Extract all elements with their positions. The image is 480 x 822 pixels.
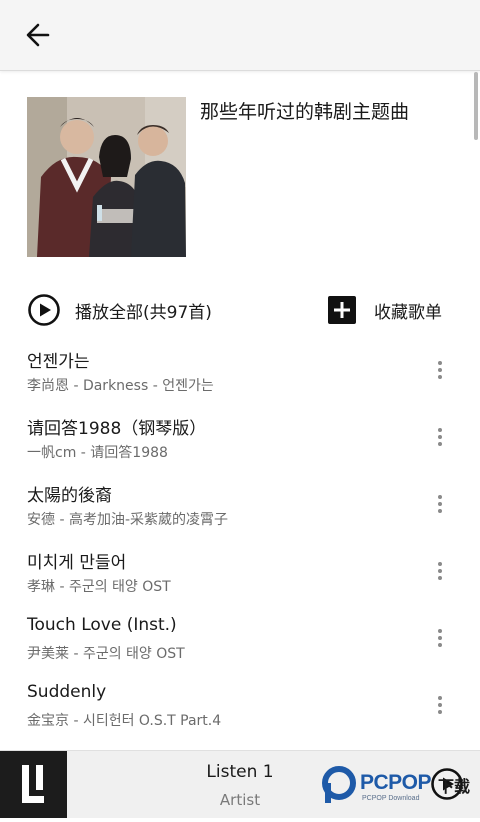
watermark-sub: PCPOP Download <box>362 795 420 802</box>
more-options-icon[interactable] <box>430 694 450 718</box>
song-subtitle: 李尚恩 - Darkness - 언젠가는 <box>27 378 214 394</box>
collect-playlist-label: 收藏歌单 <box>374 302 442 323</box>
song-subtitle: 金宝京 - 시티헌터 O.S.T Part.4 <box>27 713 222 729</box>
song-title: Touch Love (Inst.) <box>27 615 177 635</box>
song-row[interactable]: 미치게 만들어 孝琳 - 주군의 태양 OST <box>0 540 480 607</box>
song-title: Suddenly <box>27 682 107 702</box>
more-options-icon[interactable] <box>430 560 450 584</box>
play-all-label: 播放全部(共97首) <box>75 302 212 323</box>
arrow-left-icon <box>26 23 50 47</box>
song-row[interactable]: Suddenly 金宝京 - 시티헌터 O.S.T Part.4 <box>0 674 480 741</box>
mini-player[interactable]: Listen 1 Artist PCPOP PCPOP Download 下载 <box>0 750 480 818</box>
more-options-icon[interactable] <box>430 359 450 383</box>
song-list: 언젠가는 李尚恩 - Darkness - 언젠가는 请回答1988（钢琴版） … <box>0 339 480 741</box>
more-options-icon[interactable] <box>430 627 450 651</box>
song-row[interactable]: 请回答1988（钢琴版） 一帆cm - 请回答1988 <box>0 406 480 473</box>
watermark-logo-icon <box>322 766 356 803</box>
play-circle-icon <box>28 294 60 326</box>
song-title: 미치게 만들어 <box>27 553 127 573</box>
song-title: 太陽的後裔 <box>27 486 112 506</box>
app-bar <box>0 0 480 71</box>
play-all-button[interactable]: 播放全部(共97首) <box>27 292 212 328</box>
back-button[interactable] <box>20 17 56 53</box>
song-row[interactable]: 太陽的後裔 安德 - 高考加油-采紫葳的凌霄子 <box>0 473 480 540</box>
song-title: 请回答1988（钢琴版） <box>27 419 207 439</box>
song-row[interactable]: 언젠가는 李尚恩 - Darkness - 언젠가는 <box>0 339 480 406</box>
song-subtitle: 孝琳 - 주군의 태양 OST <box>27 579 171 595</box>
plus-square-icon <box>328 296 356 324</box>
song-subtitle: 安德 - 高考加油-采紫葳的凌霄子 <box>27 512 229 528</box>
song-row[interactable]: Touch Love (Inst.) 尹美莱 - 주군의 태양 OST <box>0 607 480 674</box>
watermark-cn: 下载 <box>438 777 471 796</box>
album-cover-image <box>27 97 186 257</box>
scrollbar[interactable] <box>474 72 478 140</box>
song-subtitle: 尹美莱 - 주군의 태양 OST <box>27 646 185 662</box>
song-subtitle: 一帆cm - 请回答1988 <box>27 445 168 461</box>
more-options-icon[interactable] <box>430 493 450 517</box>
watermark-brand: PCPOP <box>360 771 432 794</box>
song-title: 언젠가는 <box>27 352 90 372</box>
playlist-title: 那些年听过的韩剧主题曲 <box>200 101 410 123</box>
collect-playlist-button[interactable]: 收藏歌单 <box>328 292 442 328</box>
more-options-icon[interactable] <box>430 426 450 450</box>
